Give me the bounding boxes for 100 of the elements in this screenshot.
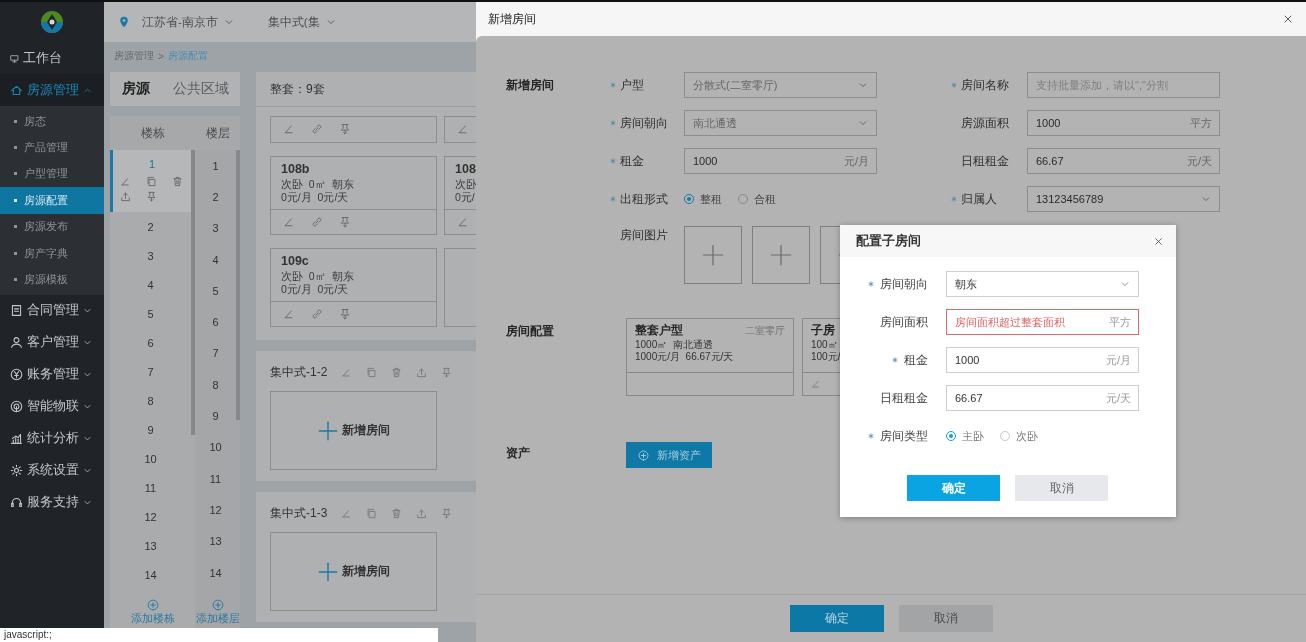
confirm-button[interactable]: 确定 [789, 605, 884, 632]
radio-option[interactable]: 次卧 [1000, 428, 1038, 444]
building-item[interactable]: 13 [110, 531, 191, 560]
required-icon [610, 158, 616, 164]
sidebar-item[interactable]: 合同管理 [0, 294, 104, 327]
building-item[interactable]: 14 [110, 560, 191, 589]
edit-icon[interactable] [120, 176, 131, 187]
delete-icon[interactable] [172, 176, 183, 187]
link-icon[interactable] [311, 123, 323, 135]
edit-icon[interactable] [283, 216, 295, 228]
pin-icon[interactable] [339, 216, 351, 228]
delete-icon[interactable] [391, 366, 403, 378]
building-item[interactable]: 4 [110, 270, 191, 299]
sidebar-item[interactable]: 统计分析 [0, 422, 104, 455]
scrollbar[interactable] [191, 150, 195, 435]
add-room-button[interactable]: 新增房间 [270, 391, 437, 470]
radio-option[interactable]: 合租 [738, 191, 776, 207]
building-item[interactable]: 10 [110, 444, 191, 473]
close-icon[interactable] [1282, 13, 1294, 25]
sidebar-subitem[interactable]: 房产字典 [0, 239, 104, 267]
sidebar-subitem[interactable]: 房源发布 [0, 213, 104, 240]
floor-item[interactable]: 4 [195, 243, 236, 276]
upload-box[interactable] [752, 226, 810, 284]
building-number: 14 [144, 568, 157, 581]
cancel-button[interactable]: 取消 [898, 605, 993, 632]
location-dropdown[interactable]: 江苏省-南京市 [118, 14, 234, 30]
select-field[interactable]: 13123456789 [1027, 186, 1220, 212]
building-item[interactable]: 7 [110, 357, 191, 386]
sidebar-subitem[interactable]: 产品管理 [0, 134, 104, 161]
building-item[interactable]: 2 [110, 212, 191, 241]
building-item[interactable]: 3 [110, 241, 191, 270]
copy-icon[interactable] [146, 176, 157, 187]
edit-icon[interactable] [457, 123, 469, 135]
sidebar-item[interactable]: 账务管理 [0, 358, 104, 391]
pin-icon[interactable] [146, 191, 157, 202]
building-item[interactable]: 11 [110, 473, 191, 502]
edit-icon[interactable] [283, 123, 295, 135]
building-item[interactable]: 8 [110, 386, 191, 415]
link-icon[interactable] [311, 216, 323, 228]
edit-icon[interactable] [341, 366, 353, 378]
radio-option[interactable]: 主卧 [946, 428, 984, 444]
floor-item[interactable]: 1 [195, 150, 236, 182]
close-icon[interactable] [1153, 235, 1164, 247]
select-field[interactable]: 朝东 [946, 271, 1139, 297]
pin-icon[interactable] [441, 366, 453, 378]
project-dropdown[interactable]: 集中式(集 [267, 14, 336, 30]
pin-icon[interactable] [339, 123, 351, 135]
sidebar-item[interactable]: 系统设置 [0, 454, 104, 487]
floor-item[interactable]: 3 [195, 212, 236, 244]
floor-item[interactable]: 2 [195, 181, 236, 213]
building-item[interactable]: 5 [110, 299, 191, 328]
building-number: 5 [147, 307, 154, 320]
edit-icon[interactable] [341, 507, 353, 519]
edit-icon[interactable] [283, 308, 295, 320]
edit-icon[interactable] [457, 216, 469, 228]
floor-item[interactable]: 13 [195, 525, 236, 557]
pin-icon[interactable] [441, 507, 453, 519]
upload-icon[interactable] [416, 366, 428, 378]
sidebar-item[interactable]: 房源管理 [0, 74, 104, 106]
unit-label: 元/天 [1105, 392, 1131, 404]
copy-icon[interactable] [366, 507, 378, 519]
upload-icon[interactable] [120, 191, 131, 202]
add-asset-button[interactable]: 新增资产 [626, 442, 712, 468]
cancel-button[interactable]: 取消 [1015, 475, 1108, 501]
radio-option[interactable]: 整租 [684, 191, 722, 207]
floor-item[interactable]: 6 [195, 306, 236, 338]
link-icon[interactable] [311, 308, 323, 320]
delete-icon[interactable] [391, 507, 403, 519]
floor-item[interactable]: 12 [195, 494, 236, 526]
edit-icon[interactable] [811, 379, 821, 389]
sidebar-subitem[interactable]: 房源模板 [0, 266, 104, 293]
building-item[interactable]: 12 [110, 502, 191, 531]
tab[interactable]: 公共区域 [168, 80, 233, 98]
floor-item[interactable]: 11 [195, 462, 236, 495]
sidebar-subitem[interactable]: 户型管理 [0, 160, 104, 188]
floor-item[interactable]: 9 [195, 400, 236, 432]
sidebar-item[interactable]: 客户管理 [0, 326, 104, 359]
sidebar-subitem[interactable]: 房源配置 [0, 187, 104, 214]
upload-box[interactable] [684, 226, 742, 284]
sidebar-item[interactable]: 服务支持 [0, 486, 104, 519]
monitor-icon [10, 53, 19, 63]
building-item[interactable]: 6 [110, 328, 191, 357]
field-label: 租金 [904, 352, 928, 368]
floor-item[interactable]: 10 [195, 431, 236, 463]
tab[interactable]: 房源 [117, 80, 154, 98]
sidebar-item[interactable]: 工作台 [0, 42, 104, 74]
sidebar-subitem[interactable]: 房态 [0, 108, 104, 135]
floor-item[interactable]: 5 [195, 275, 236, 307]
pin-icon[interactable] [339, 308, 351, 320]
field-label: 日租租金 [961, 153, 1009, 169]
plus-icon [702, 244, 724, 266]
add-room-button[interactable]: 新增房间 [270, 532, 437, 611]
floor-item[interactable]: 8 [195, 369, 236, 401]
building-item[interactable]: 9 [110, 415, 191, 444]
upload-icon[interactable] [416, 507, 428, 519]
floor-item[interactable]: 7 [195, 337, 236, 370]
confirm-button[interactable]: 确定 [907, 475, 1000, 501]
floor-item[interactable]: 14 [195, 556, 236, 589]
sidebar-item[interactable]: 智能物联 [0, 390, 104, 423]
copy-icon[interactable] [366, 366, 378, 378]
